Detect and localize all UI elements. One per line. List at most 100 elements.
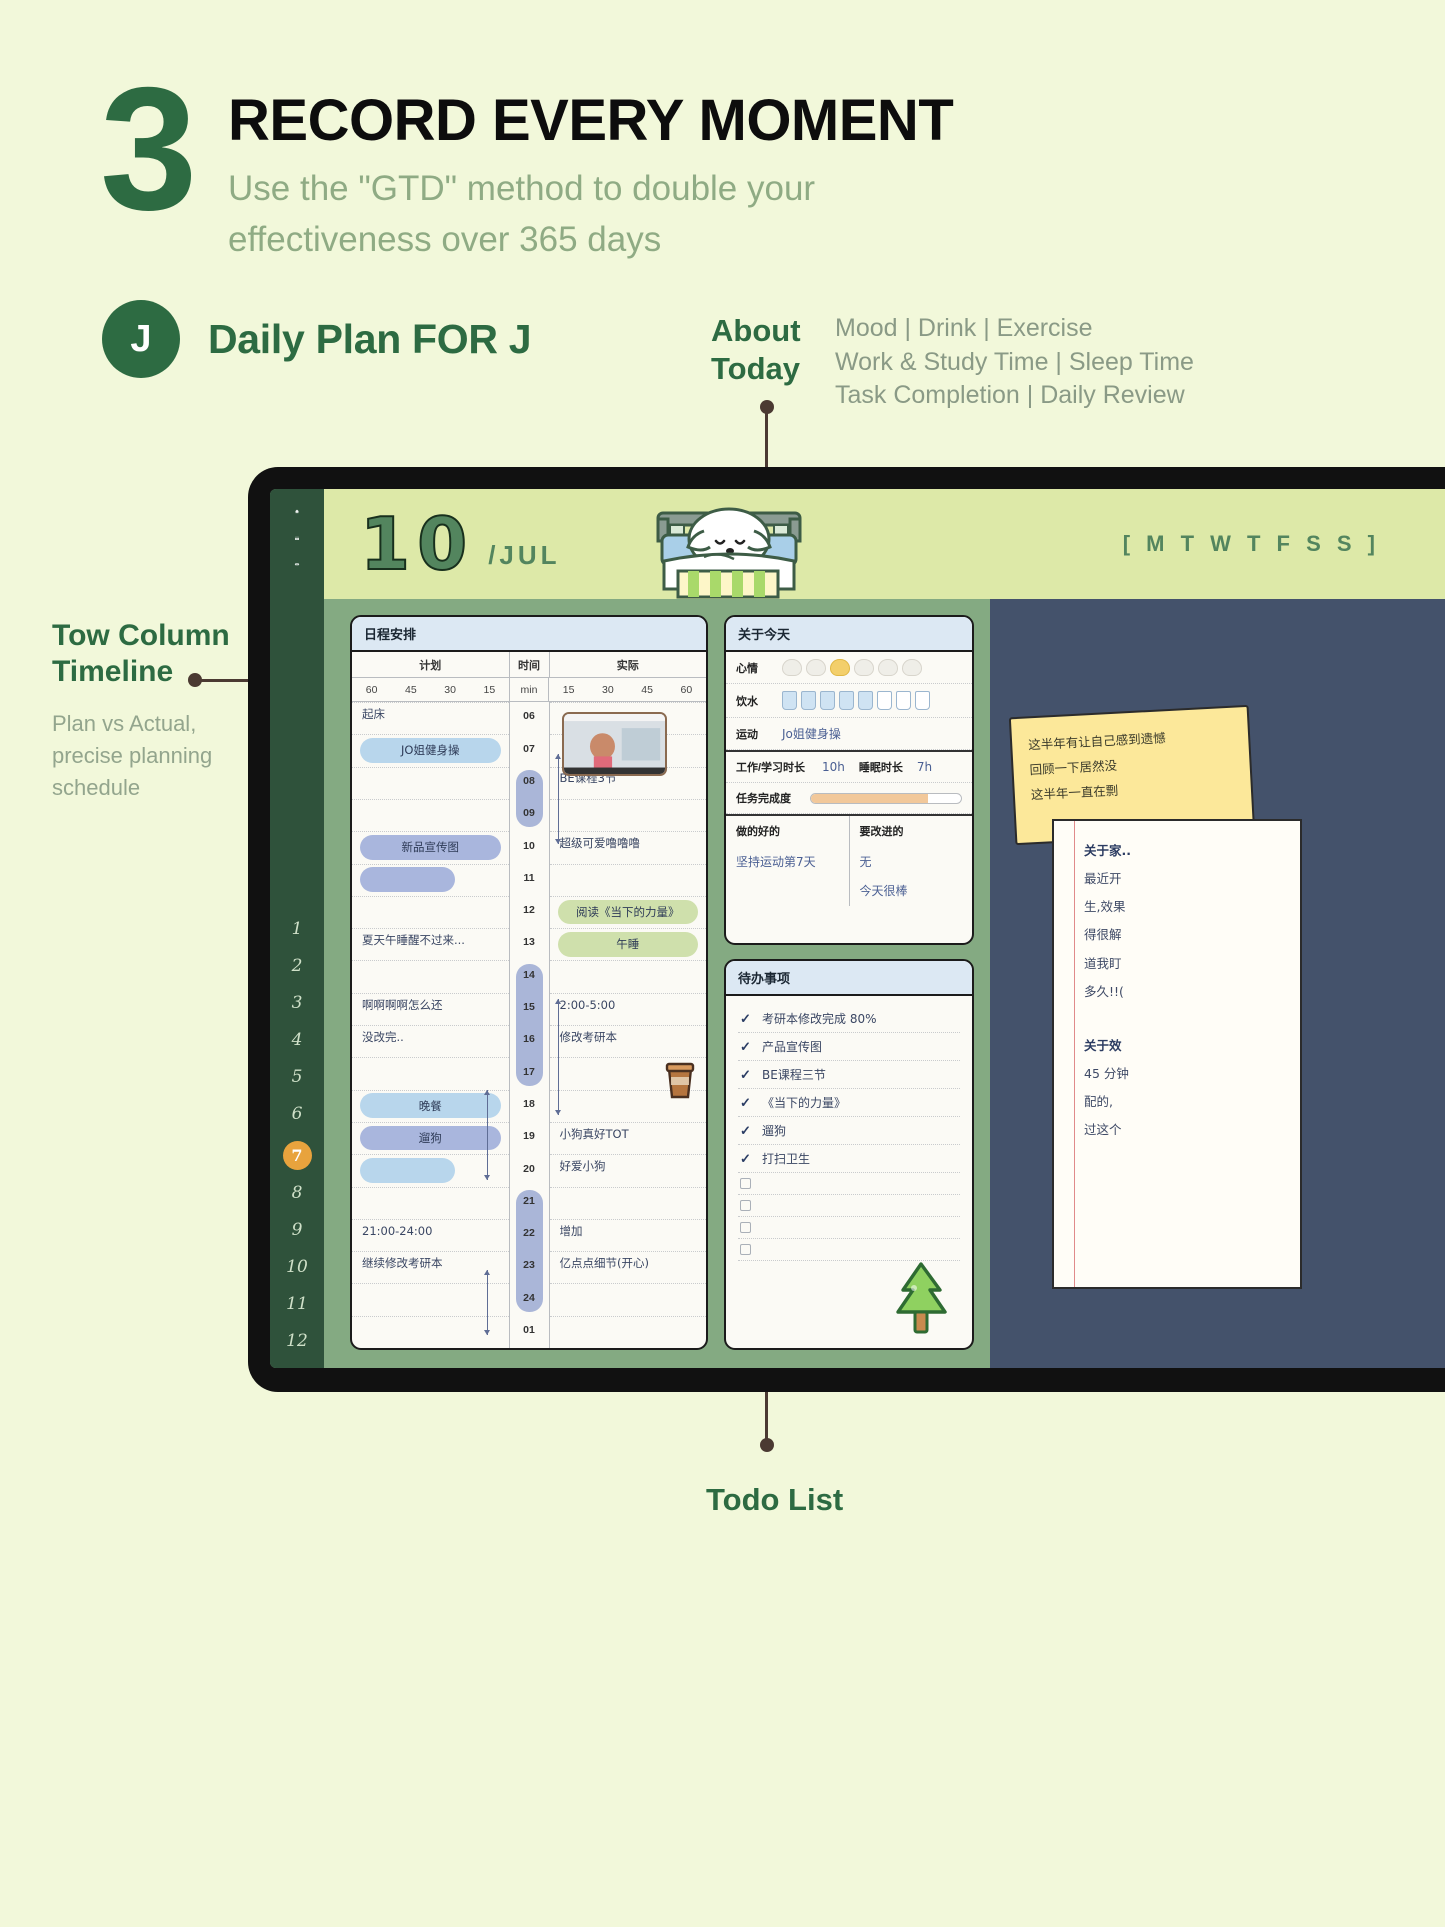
sidebar-month-5[interactable]: 5 — [292, 1067, 303, 1087]
plan-pill[interactable]: JO姐健身操 — [360, 738, 501, 763]
todo-item[interactable]: ✓ 打扫卫生 — [738, 1145, 960, 1173]
actual-entry[interactable]: 亿点点细节(开心) — [560, 1255, 701, 1271]
todo-item-empty[interactable] — [738, 1195, 960, 1217]
plan-entry[interactable]: 啊啊啊啊怎么还 — [362, 997, 503, 1013]
calendar-icon[interactable] — [284, 536, 310, 541]
water-glass-3[interactable] — [839, 691, 854, 710]
improve-value-1: 无 — [859, 855, 872, 869]
todo-list[interactable]: ✓ 考研本修改完成 80% ✓ 产品宣传图 ✓ BE课程三节 ✓ 《当下的力量》 ✓ 遛狗 ✓ 打扫卫… — [726, 996, 972, 1270]
hour-gridline — [549, 1186, 706, 1188]
todo-item-label: 产品宣传图 — [762, 1040, 823, 1054]
actual-pill[interactable]: 阅读《当下的力量》 — [557, 899, 698, 925]
check-icon[interactable]: ✓ — [740, 1095, 753, 1111]
mood-face-3[interactable] — [854, 659, 874, 676]
todo-item[interactable]: ✓ 《当下的力量》 — [738, 1089, 960, 1117]
mood-face-0[interactable] — [782, 659, 802, 676]
actual-entry[interactable]: 2:00-5:00 — [560, 997, 701, 1013]
plan-pill[interactable]: 晚餐 — [360, 1093, 501, 1119]
check-icon[interactable]: ✓ — [740, 1039, 753, 1055]
plan-tick-60: 60 — [365, 683, 378, 696]
water-glass-0[interactable] — [782, 691, 797, 710]
todo-item-empty[interactable] — [738, 1173, 960, 1195]
more-icon[interactable] — [284, 562, 310, 567]
todo-item[interactable]: ✓ BE课程三节 — [738, 1061, 960, 1089]
todo-item[interactable]: ✓ 遛狗 — [738, 1117, 960, 1145]
checkbox[interactable] — [740, 1200, 751, 1211]
water-glass-7[interactable] — [915, 691, 930, 710]
todo-item[interactable]: ✓ 产品宣传图 — [738, 1033, 960, 1061]
sidebar-month-10[interactable]: 10 — [286, 1257, 308, 1277]
hero-subtitle-line1: Use the "GTD" method to double your — [228, 169, 816, 208]
actual-column[interactable]: BE课程3节 超级可爱噜噜噜 阅读《当下的力量》 午睡 2:00-5:00 修改考研本 小狗… — [549, 702, 706, 1348]
todo-item[interactable]: ✓ 考研本修改完成 80% — [738, 1005, 960, 1033]
sidebar-month-4[interactable]: 4 — [292, 1030, 303, 1050]
hour-gridline — [352, 1283, 509, 1285]
water-glass-6[interactable] — [896, 691, 911, 710]
sidebar-month-2[interactable]: 2 — [292, 956, 303, 976]
checkbox[interactable] — [740, 1244, 751, 1255]
todo-item-empty[interactable] — [738, 1217, 960, 1239]
paper-line-9: 过这个 — [1084, 1122, 1122, 1138]
plan-entry[interactable]: 继续修改考研本 — [362, 1255, 503, 1271]
paper-spacer — [1084, 1006, 1286, 1032]
hour-label-21: 21 — [523, 1194, 535, 1207]
exercise-row[interactable]: 运动 Jo姐健身操 — [726, 718, 972, 750]
hour-gridline — [549, 863, 706, 865]
video-thumbnail[interactable] — [561, 711, 667, 777]
sidebar-month-9[interactable]: 9 — [292, 1220, 303, 1240]
plan-pill[interactable] — [360, 867, 456, 892]
checkbox[interactable] — [740, 1178, 751, 1189]
mood-face-4[interactable] — [878, 659, 898, 676]
sidebar-month-12[interactable]: 12 — [286, 1331, 308, 1351]
mood-selector[interactable] — [782, 659, 922, 676]
water-glass-4[interactable] — [858, 691, 873, 710]
time-row[interactable]: 工作/学习时长 10h 睡眠时长 7h — [726, 750, 972, 783]
plan-pill[interactable]: 新品宣传图 — [360, 835, 501, 860]
water-glass-5[interactable] — [877, 691, 892, 710]
planner-content: 日程安排 计划 时间 实际 60 45 30 15 min 15 30 45 60 — [324, 599, 1445, 1368]
sidebar-month-11[interactable]: 11 — [286, 1294, 308, 1314]
sidebar-month-6[interactable]: 6 — [292, 1104, 303, 1124]
home-icon[interactable] — [284, 509, 310, 514]
sidebar-month-3[interactable]: 3 — [292, 993, 303, 1013]
checkbox[interactable] — [740, 1222, 751, 1233]
todo-item-empty[interactable] — [738, 1239, 960, 1261]
check-icon[interactable]: ✓ — [740, 1011, 753, 1027]
check-icon[interactable]: ✓ — [740, 1123, 753, 1139]
hour-gridline — [352, 1186, 509, 1188]
plan-column[interactable]: 起床 JO姐健身操 新品宣传图夏天午睡醒不过来... 啊啊啊啊怎么还 没改完.. 晚餐遛狗… — [352, 702, 510, 1348]
paper-line-7: 45 分钟 — [1084, 1065, 1129, 1081]
water-glass-1[interactable] — [801, 691, 816, 710]
sidebar-month-7[interactable]: 7 — [282, 1141, 312, 1171]
actual-entry[interactable]: 小狗真好TOT — [560, 1126, 701, 1142]
todo-item-label: 打扫卫生 — [762, 1152, 811, 1166]
actual-entry[interactable]: 增加 — [560, 1223, 701, 1239]
good-cell[interactable]: 做的好的 坚持运动第7天 — [726, 816, 849, 906]
plan-entry[interactable]: 起床 — [362, 706, 503, 722]
water-tracker[interactable] — [782, 691, 930, 710]
improve-cell[interactable]: 要改进的 无 今天很棒 — [848, 816, 973, 906]
paper-note[interactable]: 关于家.. 最近开 生,效果 得很解 道我盯 多久!!( 关于效 45 分钟 配… — [1052, 819, 1302, 1289]
hour-gridline — [549, 1283, 706, 1285]
check-icon[interactable]: ✓ — [740, 1067, 753, 1083]
actual-entry[interactable]: 修改考研本 — [560, 1029, 701, 1045]
drink-row[interactable]: 饮水 — [726, 684, 972, 718]
sidebar-month-1[interactable]: 1 — [292, 919, 303, 939]
mood-row[interactable]: 心情 — [726, 652, 972, 684]
plan-pill[interactable] — [360, 1158, 456, 1183]
plan-entry[interactable]: 夏天午睡醒不过来... — [362, 932, 503, 948]
sidebar-month-8[interactable]: 8 — [292, 1183, 303, 1203]
check-icon[interactable]: ✓ — [740, 1151, 753, 1167]
actual-entry[interactable]: 超级可爱噜噜噜 — [560, 835, 701, 851]
mood-face-2[interactable] — [830, 659, 850, 676]
plan-entry[interactable]: 21:00-24:00 — [362, 1223, 503, 1239]
plan-entry[interactable]: 没改完.. — [362, 1029, 503, 1045]
actual-pill[interactable]: 午睡 — [557, 931, 698, 957]
actual-entry[interactable]: 好爱小狗 — [560, 1158, 701, 1174]
plan-pill[interactable]: 遛狗 — [360, 1125, 501, 1151]
hour-gridline — [352, 831, 509, 833]
mood-face-1[interactable] — [806, 659, 826, 676]
water-glass-2[interactable] — [820, 691, 835, 710]
task-row[interactable]: 任务完成度 — [726, 783, 972, 814]
mood-face-5[interactable] — [902, 659, 922, 676]
